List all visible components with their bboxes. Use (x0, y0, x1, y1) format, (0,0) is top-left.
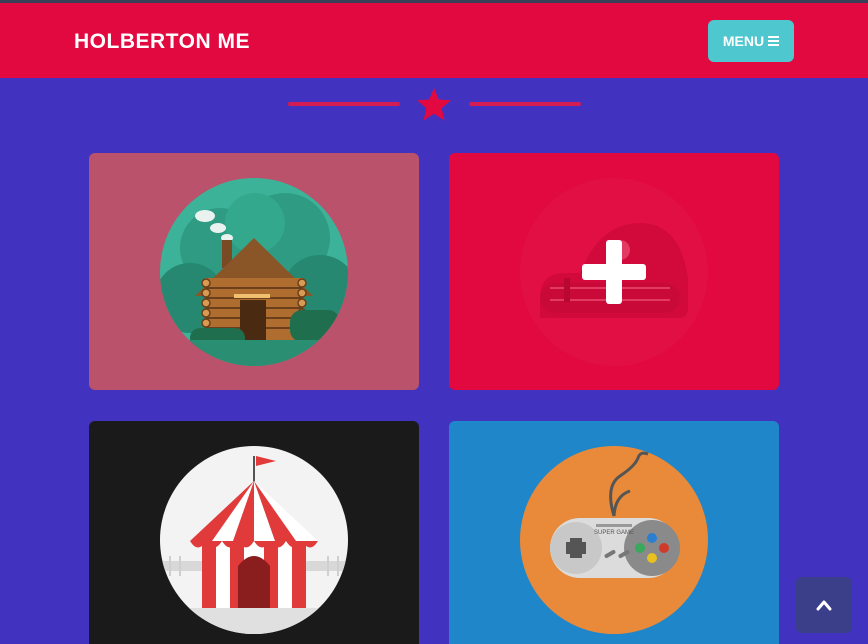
menu-button[interactable]: MENU (708, 20, 794, 62)
star-icon (417, 88, 451, 121)
back-to-top-button[interactable] (796, 577, 852, 633)
controller-label: SUPER GAME (594, 530, 634, 536)
circus-image (160, 446, 348, 634)
bars-icon (768, 36, 780, 46)
portfolio-item-submarine[interactable] (449, 153, 779, 390)
cabin-image (160, 178, 348, 366)
controller-image: SUPER GAME (520, 446, 708, 634)
navbar: HOLBERTON ME MENU (0, 3, 868, 78)
divider-line-right (469, 102, 581, 106)
menu-button-label: MENU (722, 33, 765, 49)
portfolio-item-circus[interactable] (89, 421, 419, 644)
divider-line-left (288, 102, 400, 106)
plus-icon[interactable] (520, 178, 708, 366)
submarine-image (520, 178, 708, 366)
brand-logo[interactable]: HOLBERTON ME (74, 30, 250, 54)
chevron-up-icon (816, 600, 832, 611)
portfolio-item-controller[interactable]: SUPER GAME (449, 421, 779, 644)
portfolio-item-cabin[interactable] (89, 153, 419, 390)
